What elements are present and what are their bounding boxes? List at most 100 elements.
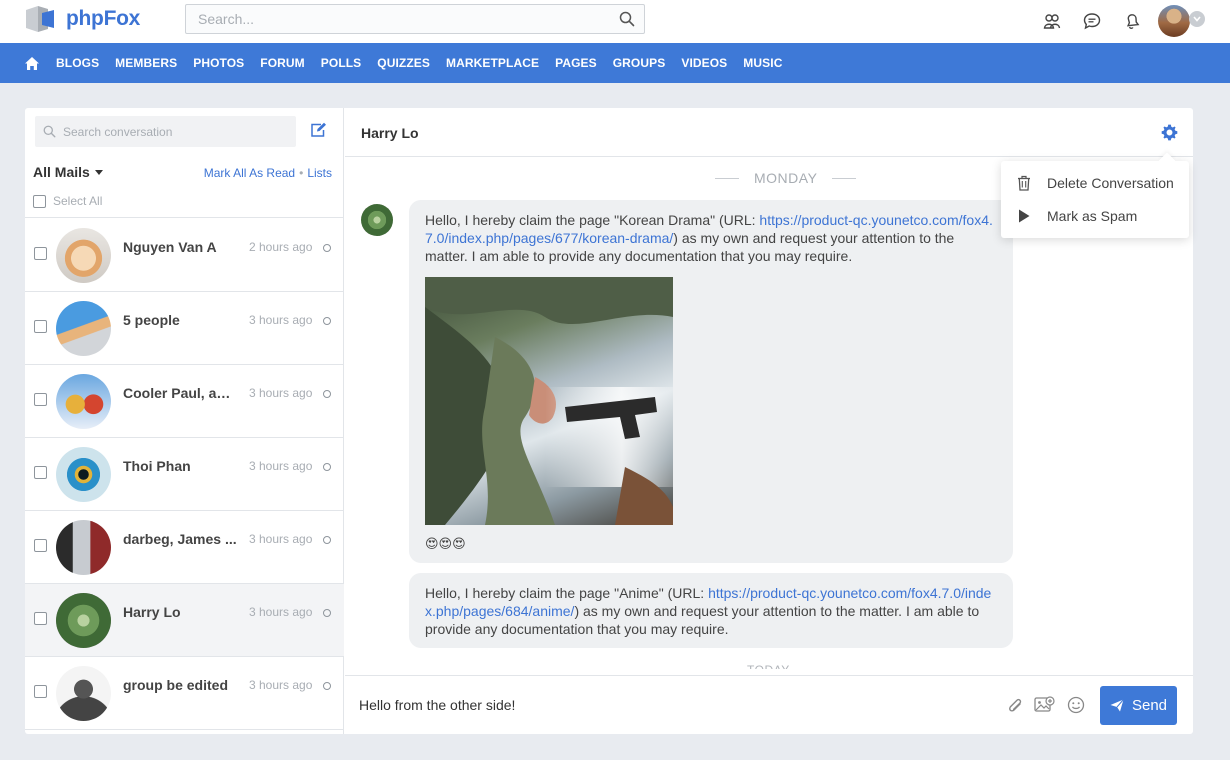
compose-icon[interactable] <box>310 122 327 141</box>
conversation-checkbox[interactable] <box>34 539 47 552</box>
conversation-checkbox[interactable] <box>34 466 47 479</box>
nav-polls[interactable]: POLLS <box>321 56 362 70</box>
conversation-name: Harry Lo <box>123 604 181 620</box>
nav-quizzes[interactable]: QUIZZES <box>377 56 430 70</box>
friend-requests-icon[interactable] <box>1032 6 1072 36</box>
conversation-list: Nguyen Van A 2 hours ago 5 people 3 hour… <box>25 219 344 730</box>
message-composer: Send <box>345 675 1193 734</box>
add-photo-icon[interactable] <box>1034 696 1055 717</box>
mark-read-toggle[interactable] <box>323 682 331 690</box>
select-all-label: Select All <box>53 194 103 208</box>
mark-read-toggle[interactable] <box>323 390 331 398</box>
message-text-before: Hello, I hereby claim the page "Anime" (… <box>425 585 709 601</box>
mark-read-toggle[interactable] <box>323 536 331 544</box>
conversation-time: 2 hours ago <box>249 240 313 254</box>
nav-members[interactable]: MEMBERS <box>115 56 177 70</box>
attachment-icon[interactable] <box>1007 696 1023 717</box>
conversation-name: group be edited <box>123 677 228 693</box>
nav-videos[interactable]: VIDEOS <box>681 56 727 70</box>
send-icon <box>1110 699 1124 712</box>
conversation-checkbox[interactable] <box>34 393 47 406</box>
conversation-item[interactable]: group be edited 3 hours ago <box>25 657 344 730</box>
conversation-time: 3 hours ago <box>249 313 313 327</box>
mark-read-toggle[interactable] <box>323 463 331 471</box>
mark-read-toggle[interactable] <box>323 609 331 617</box>
trash-icon <box>1001 175 1047 191</box>
top-icons <box>1032 5 1190 37</box>
search-icon[interactable] <box>619 11 635 30</box>
mail-actions: Mark All As Read • Lists <box>204 166 332 180</box>
all-mails-label: All Mails <box>33 164 90 180</box>
global-search[interactable] <box>185 4 645 34</box>
conversation-checkbox[interactable] <box>34 685 47 698</box>
conversation-name: Cooler Paul, am... <box>123 385 239 401</box>
mail-list-header: All Mails Mark All As Read • Lists Select … <box>25 156 344 218</box>
conversation-item-active[interactable]: Harry Lo 3 hours ago <box>25 584 344 657</box>
mark-as-spam-label: Mark as Spam <box>1047 208 1138 224</box>
nav-photos[interactable]: PHOTOS <box>193 56 244 70</box>
conversation-avatar <box>56 301 111 356</box>
conversation-search[interactable] <box>35 116 296 147</box>
user-avatar[interactable] <box>1158 5 1190 37</box>
conversation-time: 3 hours ago <box>249 678 313 692</box>
conversation-avatar <box>56 666 111 721</box>
day-separator-label: MONDAY <box>754 170 818 186</box>
logo[interactable]: phpFox <box>24 4 140 34</box>
nav-blogs[interactable]: BLOGS <box>56 56 99 70</box>
conversation-item[interactable]: Cooler Paul, am... 3 hours ago <box>25 365 344 438</box>
conversation-time: 3 hours ago <box>249 386 313 400</box>
conversation-time: 3 hours ago <box>249 605 313 619</box>
account-menu-chevron-down-icon[interactable] <box>1189 11 1205 27</box>
main-nav: BLOGS MEMBERS PHOTOS FORUM POLLS QUIZZES… <box>0 43 1230 83</box>
mark-as-spam-item[interactable]: Mark as Spam <box>1001 200 1189 232</box>
conversation-time: 3 hours ago <box>249 459 313 473</box>
all-mails-filter[interactable]: All Mails <box>33 164 103 180</box>
conversation-checkbox[interactable] <box>34 247 47 260</box>
nav-forum[interactable]: FORUM <box>260 56 305 70</box>
conversation-name: Nguyen Van A <box>123 239 217 255</box>
conversation-checkbox[interactable] <box>34 612 47 625</box>
conversation-avatar <box>56 520 111 575</box>
gear-icon[interactable] <box>1161 124 1178 144</box>
select-all[interactable]: Select All <box>33 194 102 208</box>
select-all-checkbox[interactable] <box>33 194 46 208</box>
conversation-sidebar: All Mails Mark All As Read •Lists Select … <box>25 108 344 734</box>
messages-icon[interactable] <box>1072 6 1112 36</box>
conversation-checkbox[interactable] <box>34 320 47 333</box>
mark-read-toggle[interactable] <box>323 244 331 252</box>
caret-down-icon <box>94 169 103 175</box>
home-icon[interactable] <box>24 55 42 71</box>
delete-conversation-item[interactable]: Delete Conversation <box>1001 167 1189 199</box>
search-icon <box>43 125 56 141</box>
conversation-avatar <box>56 228 111 283</box>
notifications-bell-icon[interactable] <box>1112 6 1152 36</box>
message-bubble: Hello, I hereby claim the page "Anime" (… <box>409 573 1013 648</box>
send-label: Send <box>1131 697 1168 714</box>
mark-read-toggle[interactable] <box>323 317 331 325</box>
separator: • <box>299 166 304 180</box>
nav-marketplace[interactable]: MARKETPLACE <box>446 56 539 70</box>
conversation-item[interactable]: 5 people 3 hours ago <box>25 292 344 365</box>
today-separator-label: TODAY <box>747 661 790 669</box>
mark-all-read-link[interactable]: Mark All As Read <box>204 166 295 180</box>
conversation-search-input[interactable] <box>35 116 265 147</box>
lists-link[interactable]: Lists <box>307 166 332 180</box>
message-text-before: Hello, I hereby claim the page "Korean D… <box>425 212 760 228</box>
conversation-item[interactable]: Nguyen Van A 2 hours ago <box>25 219 344 292</box>
emoji-icon[interactable] <box>1067 696 1085 717</box>
conversation-name: Thoi Phan <box>123 458 191 474</box>
conversation-item[interactable]: Thoi Phan 3 hours ago <box>25 438 344 511</box>
global-search-input[interactable] <box>186 5 606 33</box>
conversation-name: 5 people <box>123 312 180 328</box>
conversation-title: Harry Lo <box>361 125 419 141</box>
logo-text: phpFox <box>66 7 141 30</box>
nav-pages[interactable]: PAGES <box>555 56 597 70</box>
phpfox-logo-icon <box>24 4 64 34</box>
message-input[interactable] <box>359 691 959 719</box>
nav-groups[interactable]: GROUPS <box>613 56 666 70</box>
nav-music[interactable]: MUSIC <box>743 56 782 70</box>
conversation-item[interactable]: darbeg, James ... 3 hours ago <box>25 511 344 584</box>
send-button[interactable]: Send <box>1100 686 1177 725</box>
message-image[interactable] <box>425 277 673 525</box>
top-header: phpFox <box>0 0 1230 43</box>
